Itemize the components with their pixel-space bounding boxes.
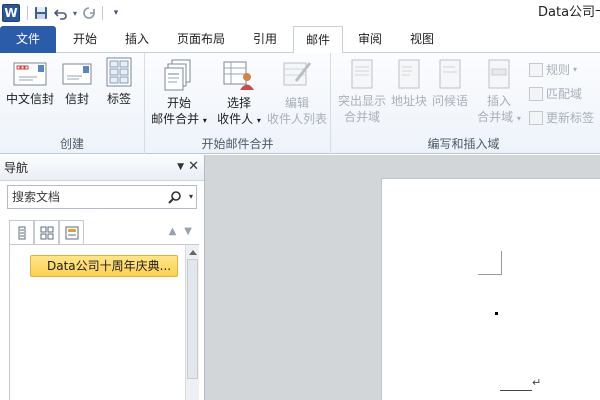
- rules-dropdown-icon: ▾: [573, 65, 578, 74]
- heading-item[interactable]: Data公司十周年庆典...: [30, 255, 178, 277]
- nav-header: 导航 ▼ ✕: [0, 155, 204, 181]
- pages-view-icon[interactable]: [34, 220, 59, 245]
- undo-icon[interactable]: [51, 3, 71, 23]
- nav-arrows: ▲ ▼: [169, 226, 192, 237]
- text-underline: [500, 390, 532, 391]
- select-recipients-button[interactable]: 选择 收件人 ▾: [213, 59, 265, 129]
- update-labels-button[interactable]: 更新标签: [529, 109, 594, 126]
- close-icon[interactable]: ✕: [188, 159, 199, 174]
- highlight-merge-fields-icon: [351, 59, 373, 89]
- select-recipients-icon: [223, 59, 255, 91]
- margin-corner-mark: [478, 251, 502, 275]
- update-labels-icon: [529, 110, 543, 125]
- qat-separator: [27, 6, 28, 20]
- match-fields-icon: [529, 86, 543, 101]
- tab-insert[interactable]: 插入: [112, 26, 162, 53]
- greeting-line-button[interactable]: 问候语: [429, 59, 471, 109]
- group-start-mail-merge: 开始 邮件合并 ▾ 选择 收件人 ▾ 编辑 收件人列表 开始邮件合并: [145, 53, 331, 154]
- search-input[interactable]: [12, 190, 162, 204]
- address-block-label: 地址块: [390, 94, 427, 108]
- search-box: ▾: [7, 185, 197, 209]
- start-mail-merge-button[interactable]: 开始 邮件合并 ▾: [149, 59, 209, 129]
- select-recipients-label-1: 选择: [226, 96, 251, 110]
- edit-recipient-list-icon: [282, 59, 312, 91]
- title-bar: W ▾ ▾ Data公司十: [0, 0, 600, 26]
- navigation-pane: 导航 ▼ ✕ ▾ ▲ ▼ Data公: [0, 155, 205, 400]
- match-fields-label: 匹配域: [546, 87, 583, 101]
- save-icon[interactable]: [31, 3, 51, 23]
- tab-mailings[interactable]: 邮件: [293, 26, 343, 54]
- scroll-up-icon[interactable]: [186, 245, 199, 259]
- nav-view-tabs: [9, 220, 84, 245]
- insert-merge-field-label-2: 合并域 ▾: [477, 110, 521, 124]
- highlight-merge-fields-label-2: 合并域: [343, 110, 380, 124]
- headings-view-icon[interactable]: [9, 220, 34, 245]
- heading-list: Data公司十周年庆典...: [9, 244, 199, 400]
- labels-label: 标签: [106, 92, 131, 106]
- chinese-envelope-label: 中文信封: [5, 92, 54, 106]
- watermark-sub: jingyan.baidu.com: [465, 370, 558, 381]
- rules-button[interactable]: 规则 ▾: [529, 61, 577, 78]
- nav-scrollbar[interactable]: [185, 245, 199, 400]
- labels-icon: [104, 57, 134, 87]
- start-mail-merge-label-1: 开始: [166, 96, 191, 110]
- edit-recipient-list-label-1: 编辑: [284, 96, 309, 110]
- nav-title: 导航: [4, 161, 29, 175]
- group-create-label: 创建: [59, 137, 84, 151]
- select-recipients-label-2: 收件人 ▾: [217, 112, 261, 126]
- start-mail-merge-label-2: 邮件合并 ▾: [151, 112, 207, 126]
- insert-merge-field-icon: [488, 59, 510, 89]
- previous-heading-icon[interactable]: ▲: [169, 226, 177, 237]
- match-fields-button[interactable]: 匹配域: [529, 85, 582, 102]
- labels-button[interactable]: 标签: [98, 57, 140, 107]
- tab-page-layout[interactable]: 页面布局: [165, 26, 237, 53]
- qat-separator: [102, 6, 103, 20]
- scroll-thumb[interactable]: [187, 259, 198, 379]
- rules-icon: [529, 62, 543, 77]
- address-block-button[interactable]: 地址块: [389, 59, 429, 109]
- anchor-dot: [495, 312, 498, 315]
- tab-references[interactable]: 引用: [240, 26, 290, 53]
- update-labels-label: 更新标签: [546, 111, 595, 125]
- customize-qat-icon[interactable]: ▾: [106, 3, 126, 23]
- next-heading-icon[interactable]: ▼: [184, 226, 192, 237]
- envelope-button[interactable]: 信封: [58, 61, 96, 107]
- greeting-line-label: 问候语: [431, 94, 468, 108]
- results-view-icon[interactable]: [59, 220, 84, 245]
- group-create: 中文信封 信封 标签 创建: [0, 53, 145, 154]
- watermark: Bai 经验: [458, 344, 547, 368]
- chinese-envelope-button[interactable]: 中文信封: [4, 61, 56, 107]
- insert-merge-field-label-1: 插入: [486, 94, 511, 108]
- group-write-insert-fields: 突出显示 合并域 地址块 问候语 插入 合并域 ▾ 规则 ▾ 匹配域 更新标签 …: [331, 53, 600, 154]
- redo-icon[interactable]: [79, 3, 99, 23]
- group-write-insert-fields-label: 编写和插入域: [427, 137, 500, 151]
- start-mail-merge-icon: [164, 59, 194, 91]
- group-start-mail-merge-label: 开始邮件合并: [201, 137, 274, 151]
- rules-label: 规则: [546, 63, 571, 77]
- chinese-envelope-icon: [13, 61, 47, 87]
- address-block-icon: [398, 59, 420, 89]
- insert-merge-field-button[interactable]: 插入 合并域 ▾: [471, 59, 527, 127]
- search-icon[interactable]: [168, 190, 182, 207]
- ribbon: 中文信封 信封 标签 创建 开始 邮件合并 ▾ 选择 收件人 ▾ 编辑 收件人列…: [0, 53, 600, 154]
- search-dropdown-icon[interactable]: ▾: [189, 192, 193, 201]
- quick-access-toolbar: W ▾ ▾: [0, 0, 126, 26]
- envelope-icon: [62, 61, 92, 87]
- undo-dropdown-icon[interactable]: ▾: [71, 3, 79, 23]
- highlight-merge-fields-button[interactable]: 突出显示 合并域: [335, 59, 389, 125]
- edit-recipient-list-button[interactable]: 编辑 收件人列表: [264, 59, 330, 127]
- highlight-merge-fields-label-1: 突出显示: [337, 94, 386, 108]
- ribbon-tabs: 文件 开始 插入 页面布局 引用 邮件 审阅 视图: [0, 26, 600, 54]
- greeting-line-icon: [439, 59, 461, 89]
- tab-file[interactable]: 文件: [0, 26, 56, 53]
- edit-recipient-list-label-2: 收件人列表: [266, 112, 327, 126]
- envelope-label: 信封: [64, 92, 89, 106]
- tab-home[interactable]: 开始: [60, 26, 110, 53]
- tab-review[interactable]: 审阅: [345, 26, 395, 53]
- word-app-icon[interactable]: W: [2, 4, 20, 22]
- document-title: Data公司十: [538, 5, 600, 20]
- tab-view[interactable]: 视图: [397, 26, 447, 53]
- nav-options-dropdown-icon[interactable]: ▼: [177, 162, 184, 172]
